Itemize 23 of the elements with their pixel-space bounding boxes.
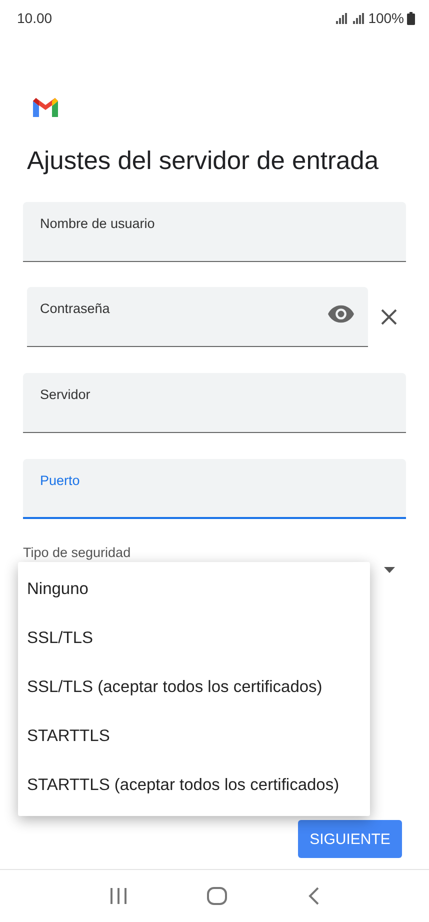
signal-icon <box>336 12 366 24</box>
dropdown-arrow-icon[interactable] <box>384 567 395 573</box>
menu-item[interactable]: STARTTLS <box>18 712 370 761</box>
field-label: Tipo de seguridad <box>23 545 131 560</box>
close-button[interactable] <box>379 307 399 327</box>
back-icon[interactable] <box>308 887 319 905</box>
menu-item[interactable]: STARTTLS (aceptar todos los certificados) <box>18 761 370 810</box>
input-field[interactable]: Contraseña <box>27 287 368 347</box>
input-field[interactable]: Nombre de usuario <box>23 202 406 262</box>
input-field[interactable]: Servidor <box>23 373 406 433</box>
page-title: Ajustes del servidor de entrada <box>27 147 380 176</box>
home-icon[interactable] <box>207 887 228 905</box>
battery-icon <box>407 12 415 24</box>
recent-apps-icon[interactable] <box>110 888 128 904</box>
menu-item[interactable]: SSL/TLS (aceptar todos los certificados) <box>18 663 370 712</box>
eye-icon[interactable] <box>328 305 354 323</box>
mail-logo <box>33 98 58 117</box>
menu-item[interactable]: Ninguno <box>18 565 370 614</box>
input-field[interactable]: Puerto <box>23 459 406 519</box>
clock: 10.00 <box>17 10 52 26</box>
menu-item[interactable]: SSL/TLS <box>18 614 370 663</box>
battery-level: 100% <box>368 10 404 26</box>
next-button[interactable]: SIGUIENTE <box>298 820 402 858</box>
